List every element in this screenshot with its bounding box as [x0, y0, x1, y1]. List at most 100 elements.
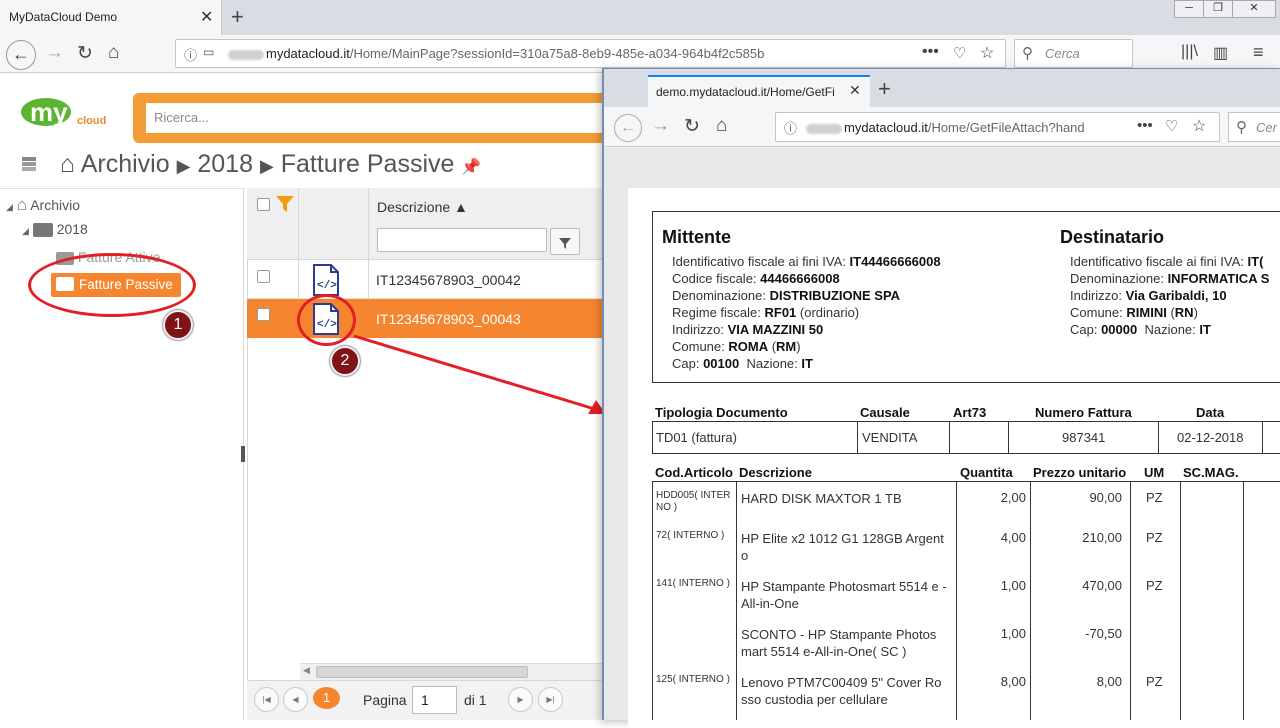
descrizione-filter-input[interactable] — [377, 228, 547, 252]
field-value: IT44466666008 — [849, 254, 941, 269]
cell-divider — [956, 481, 957, 720]
field-label: Codice fiscale: — [672, 271, 761, 286]
annotation-number: 1 — [173, 316, 183, 333]
pin-icon[interactable]: 📌 — [461, 159, 481, 176]
info-icon[interactable]: ⓘ — [184, 45, 197, 64]
row-checkbox[interactable] — [257, 270, 270, 283]
xml-file-icon[interactable]: </> — [312, 264, 340, 296]
tree-node-archivio[interactable]: ◢ ⌂ Archivio — [6, 195, 80, 215]
mittente-line: Regime fiscale: RF01 (ordinario) — [672, 305, 859, 320]
permissions-icon[interactable]: ▭ — [203, 45, 214, 59]
field-label: Cap: — [1070, 322, 1102, 337]
back-icon[interactable]: ← — [6, 40, 36, 70]
line-price: 470,00 — [1082, 578, 1122, 593]
library-icon[interactable]: |||\ — [1181, 43, 1198, 61]
minimize-icon[interactable]: ─ — [1174, 0, 1204, 18]
destinatario-title: Destinatario — [1060, 227, 1165, 247]
descrizione-filter-button[interactable] — [550, 228, 580, 255]
field-label: Nazione: — [1137, 322, 1200, 337]
popup-url-domain: mydatacloud.it — [844, 120, 928, 135]
field-value: RIMINI — [1126, 305, 1167, 320]
page-number-input[interactable]: 1 — [412, 686, 457, 714]
cell-divider — [1262, 421, 1263, 454]
popup-url-path: /Home/GetFileAttach?hand — [927, 120, 1085, 135]
forward-icon[interactable]: → — [45, 42, 64, 64]
window-close-icon[interactable]: ✕ — [1232, 0, 1276, 18]
scroll-left-icon[interactable]: ◀ — [303, 665, 310, 676]
field-sep: ( — [768, 339, 777, 354]
restore-icon[interactable]: ❐ — [1203, 0, 1233, 18]
cell-divider — [736, 481, 737, 720]
first-page-icon[interactable]: |◀ — [254, 687, 279, 712]
menu-icon[interactable]: ≡ — [1253, 42, 1264, 63]
row-filename: IT12345678903_00042 — [376, 272, 521, 288]
popup-bookmark-icon[interactable]: ☆ — [1192, 116, 1206, 136]
field-value: DISTRIBUZIONE SPA — [769, 288, 901, 303]
app-search-input[interactable]: Ricerca... — [146, 103, 616, 133]
header-art73: Art73 — [953, 405, 987, 420]
splitter-handle[interactable] — [241, 446, 245, 462]
breadcrumb-home-icon[interactable]: ⌂ — [60, 150, 75, 178]
last-page-icon[interactable]: ▶| — [538, 687, 563, 712]
annotation-arrow — [353, 334, 606, 414]
popup-tab[interactable]: demo.mydatacloud.it/Home/GetFi — [648, 75, 870, 107]
sidebar-icon[interactable]: ▥ — [1213, 43, 1228, 63]
filter-icon[interactable] — [275, 194, 295, 217]
line-qty: 8,00 — [1000, 674, 1026, 689]
header-prezzo: Prezzo unitario — [1033, 465, 1127, 480]
line-um: PZ — [1146, 530, 1163, 545]
reload-icon[interactable]: ↻ — [77, 42, 93, 65]
field-label: Cap: — [672, 356, 704, 371]
close-tab-icon[interactable]: ✕ — [200, 0, 213, 35]
bookmark-star-icon[interactable]: ☆ — [980, 43, 994, 63]
line-desc: HP Elite x2 1012 G1 128GB Argent o — [741, 531, 944, 563]
mittente-line: Codice fiscale: 44466666008 — [672, 271, 840, 286]
header-tipologia: Tipologia Documento — [655, 405, 788, 420]
field-label: Comune: — [672, 339, 729, 354]
popup-info-icon[interactable]: ⓘ — [784, 118, 797, 137]
scrollbar-thumb[interactable] — [316, 666, 528, 678]
popup-page-actions-icon[interactable]: ••• — [1137, 117, 1153, 134]
breadcrumb-fatture-passive[interactable]: Fatture Passive — [281, 150, 455, 178]
tree-node-2018[interactable]: ◢ 2018 — [22, 221, 88, 238]
breadcrumb-archivio[interactable]: Archivio — [81, 150, 170, 178]
popup-search-icon: ⚲ — [1236, 119, 1247, 136]
value-data: 02-12-2018 — [1177, 430, 1244, 445]
collapse-icon[interactable]: ◢ — [6, 202, 13, 212]
header-numero-fattura: Numero Fattura — [1035, 405, 1132, 420]
field-value: ROMA — [728, 339, 769, 354]
url-path: /Home/MainPage?sessionId=310a75a8-8eb9-4… — [349, 46, 765, 61]
field-value: 00100 — [703, 356, 740, 371]
collapse-icon[interactable]: ◢ — [22, 226, 29, 236]
logo: my cloud — [20, 93, 110, 132]
popup-close-tab-icon[interactable]: ✕ — [849, 82, 861, 99]
column-header-descrizione[interactable]: Descrizione ▲ — [377, 199, 468, 215]
cell-divider — [1130, 481, 1131, 720]
table-border — [652, 481, 1280, 482]
new-tab-icon[interactable]: + — [231, 4, 244, 30]
mittente-line: Indirizzo: VIA MAZZINI 50 — [672, 322, 823, 337]
destinatario-line: Indirizzo: Via Garibaldi, 10 — [1070, 288, 1227, 303]
row-checkbox[interactable] — [257, 308, 270, 321]
current-page-badge[interactable]: 1 — [313, 687, 340, 709]
popup-forward-icon[interactable]: → — [651, 115, 670, 137]
annotation-badge-1: 1 — [163, 310, 193, 340]
prev-page-icon[interactable]: ◀ — [283, 687, 308, 712]
browser-tab[interactable]: MyDataCloud Demo — [0, 0, 222, 35]
line-um: PZ — [1146, 674, 1163, 689]
pocket-icon[interactable]: ♡ — [953, 44, 966, 62]
cell-divider — [949, 421, 950, 454]
popup-home-icon[interactable]: ⌂ — [716, 115, 727, 137]
home-icon[interactable]: ⌂ — [108, 42, 119, 64]
select-all-checkbox[interactable] — [257, 198, 270, 211]
line-price: 210,00 — [1082, 530, 1122, 545]
mittente-line: Identificativo fiscale ai fini IVA: IT44… — [672, 254, 941, 269]
next-page-icon[interactable]: ▶ — [508, 687, 533, 712]
popup-reload-icon[interactable]: ↻ — [684, 115, 700, 138]
popup-pocket-icon[interactable]: ♡ — [1165, 117, 1178, 135]
popup-new-tab-icon[interactable]: + — [878, 76, 891, 102]
breadcrumb-2018[interactable]: 2018 — [197, 150, 253, 178]
page-actions-icon[interactable]: ••• — [922, 43, 939, 61]
field-value: IT( — [1247, 254, 1264, 269]
popup-back-icon[interactable]: ← — [614, 114, 642, 142]
